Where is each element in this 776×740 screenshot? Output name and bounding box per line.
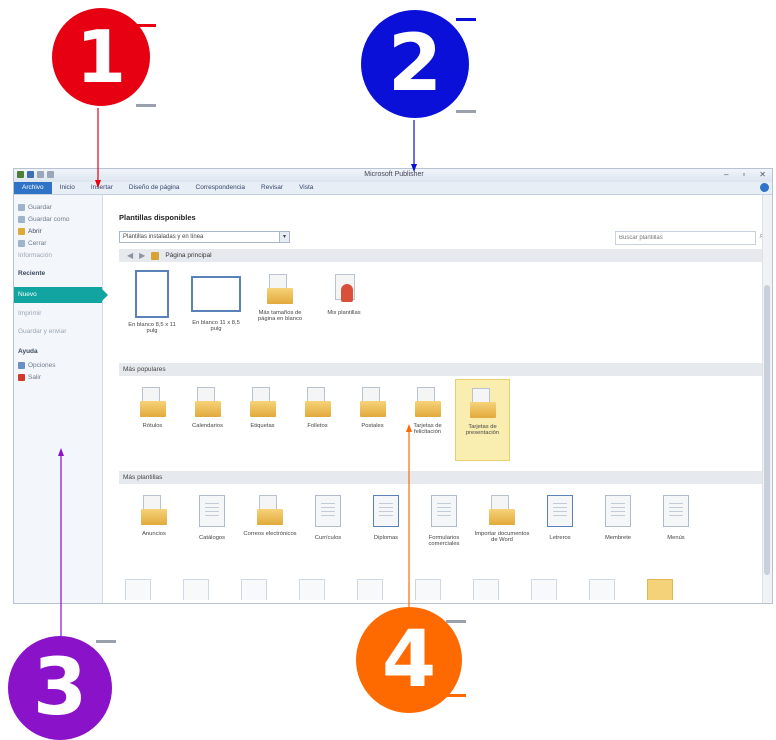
arrow-3-head (58, 448, 64, 456)
arrow-4-head (406, 424, 412, 432)
arrow-2-head (411, 164, 417, 172)
arrow-1-head (95, 180, 101, 188)
callout-arrows (58, 108, 417, 636)
